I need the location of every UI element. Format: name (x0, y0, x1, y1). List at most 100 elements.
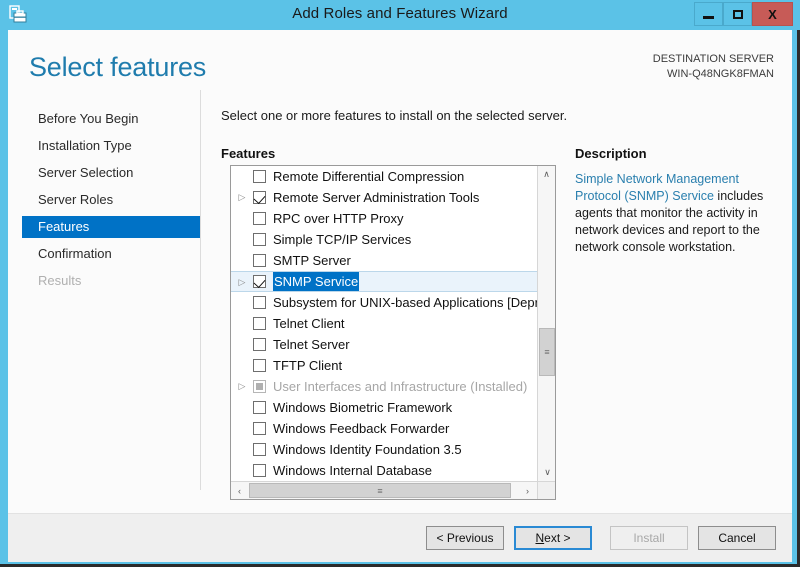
feature-checkbox[interactable] (253, 233, 266, 246)
table-row[interactable]: SMTP Server (231, 250, 537, 271)
features-listbox[interactable]: Remote Differential Compression ▷ Remote… (230, 165, 556, 500)
table-row[interactable]: Subsystem for UNIX-based Applications [D… (231, 292, 537, 313)
destination-server-label: DESTINATION SERVER (652, 53, 774, 65)
feature-checkbox[interactable] (253, 254, 266, 267)
features-list-viewport: Remote Differential Compression ▷ Remote… (231, 166, 537, 481)
description-label: Description (575, 146, 647, 161)
expander-placeholder (236, 397, 248, 418)
table-row[interactable]: Windows Internal Database (231, 460, 537, 481)
feature-label: Subsystem for UNIX-based Applications [D… (273, 295, 537, 310)
feature-checkbox[interactable] (253, 275, 266, 288)
expander-placeholder (236, 460, 248, 481)
install-button: Install (610, 526, 688, 550)
table-row[interactable]: Windows Identity Foundation 3.5 (231, 439, 537, 460)
expander-placeholder (236, 166, 248, 187)
cancel-button[interactable]: Cancel (698, 526, 776, 550)
chevron-right-icon[interactable]: ▷ (236, 376, 248, 397)
scroll-right-icon[interactable]: › (519, 482, 536, 499)
feature-label: Windows Feedback Forwarder (273, 421, 450, 436)
sidebar-item-confirmation[interactable]: Confirmation (22, 243, 200, 265)
next-button[interactable]: Next > (514, 526, 592, 550)
expander-placeholder (236, 229, 248, 250)
feature-label: User Interfaces and Infrastructure (Inst… (273, 379, 528, 394)
feature-label: Windows Internal Database (273, 463, 432, 478)
horizontal-scrollbar-thumb[interactable]: ≡ (249, 483, 511, 498)
scroll-up-icon[interactable]: ∧ (538, 166, 555, 183)
feature-label: Windows Biometric Framework (273, 400, 453, 415)
feature-checkbox[interactable] (253, 212, 266, 225)
destination-server-block: DESTINATION SERVER WIN-Q48NGK8FMAN (653, 52, 774, 82)
feature-checkbox[interactable] (253, 191, 266, 204)
chevron-right-icon[interactable]: ▷ (236, 187, 248, 208)
instruction-text: Select one or more features to install o… (221, 108, 568, 123)
wizard-window: Add Roles and Features Wizard X Select f… (0, 0, 800, 567)
feature-checkbox[interactable] (253, 359, 266, 372)
destination-server-name: WIN-Q48NGK8FMAN (667, 68, 774, 80)
table-row[interactable]: Simple TCP/IP Services (231, 229, 537, 250)
feature-label: Telnet Server (273, 337, 350, 352)
sidebar-item-server-selection[interactable]: Server Selection (22, 162, 200, 184)
expander-placeholder (236, 250, 248, 271)
scroll-left-icon[interactable]: ‹ (231, 482, 248, 499)
minimize-button[interactable] (694, 2, 723, 26)
feature-label: Simple TCP/IP Services (273, 232, 412, 247)
sidebar-item-server-roles[interactable]: Server Roles (22, 189, 200, 211)
sidebar-item-features[interactable]: Features (22, 216, 200, 238)
table-row[interactable]: Windows Feedback Forwarder (231, 418, 537, 439)
table-row[interactable]: TFTP Client (231, 355, 537, 376)
page-title: Select features (29, 52, 207, 82)
feature-label: Remote Differential Compression (273, 169, 465, 184)
description-text: Simple Network Management Protocol (SNMP… (575, 171, 767, 256)
sidebar-item-before-you-begin[interactable]: Before You Begin (22, 108, 200, 130)
vertical-scrollbar-thumb[interactable]: ≡ (539, 328, 555, 376)
expander-placeholder (236, 334, 248, 355)
wizard-step-nav: Before You Begin Installation Type Serve… (22, 108, 200, 297)
features-list-label: Features (221, 146, 276, 161)
horizontal-scrollbar[interactable]: ‹ ≡ › (231, 481, 555, 499)
table-row[interactable]: ▷ Remote Server Administration Tools (231, 187, 537, 208)
close-button[interactable]: X (752, 2, 793, 26)
feature-checkbox[interactable] (253, 296, 266, 309)
sidebar-item-installation-type[interactable]: Installation Type (22, 135, 200, 157)
feature-label: Windows Identity Foundation 3.5 (273, 442, 462, 457)
feature-checkbox[interactable] (253, 170, 266, 183)
expander-placeholder (236, 439, 248, 460)
vertical-scrollbar[interactable]: ∧ ≡ ∨ (537, 166, 555, 481)
sidebar-divider (200, 90, 201, 490)
chevron-right-icon[interactable]: ▷ (236, 272, 248, 293)
title-bar: Add Roles and Features Wizard X (0, 0, 800, 30)
feature-label: RPC over HTTP Proxy (273, 211, 404, 226)
feature-checkbox[interactable] (253, 401, 266, 414)
feature-checkbox-installed (253, 380, 266, 393)
feature-label: SNMP Service (273, 272, 360, 291)
expander-placeholder (236, 313, 248, 334)
feature-checkbox[interactable] (253, 317, 266, 330)
previous-button[interactable]: < Previous (426, 526, 504, 550)
table-row[interactable]: Telnet Client (231, 313, 537, 334)
maximize-button[interactable] (723, 2, 752, 26)
expander-placeholder (236, 355, 248, 376)
scroll-down-icon[interactable]: ∨ (539, 464, 555, 481)
wizard-client-area: Select features DESTINATION SERVER WIN-Q… (8, 30, 792, 513)
expander-placeholder (236, 208, 248, 229)
feature-label: SMTP Server (273, 253, 351, 268)
table-row[interactable]: Windows Biometric Framework (231, 397, 537, 418)
expander-placeholder (236, 418, 248, 439)
feature-checkbox[interactable] (253, 422, 266, 435)
features-pane: Select one or more features to install o… (221, 108, 781, 500)
expander-placeholder (236, 292, 248, 313)
next-button-mnemonic: N (535, 531, 545, 545)
next-button-label: ext > (544, 531, 571, 545)
wizard-footer: < Previous Next > Install Cancel (8, 513, 792, 562)
sidebar-item-results: Results (38, 273, 82, 288)
feature-label: Telnet Client (273, 316, 345, 331)
feature-checkbox[interactable] (253, 443, 266, 456)
feature-checkbox[interactable] (253, 464, 266, 477)
table-row[interactable]: Remote Differential Compression (231, 166, 537, 187)
table-row-installed[interactable]: ▷ User Interfaces and Infrastructure (In… (231, 376, 537, 397)
table-row-selected[interactable]: ▷ SNMP Service (231, 271, 537, 292)
table-row[interactable]: RPC over HTTP Proxy (231, 208, 537, 229)
table-row[interactable]: Telnet Server (231, 334, 537, 355)
feature-label: Remote Server Administration Tools (273, 190, 480, 205)
feature-checkbox[interactable] (253, 338, 266, 351)
